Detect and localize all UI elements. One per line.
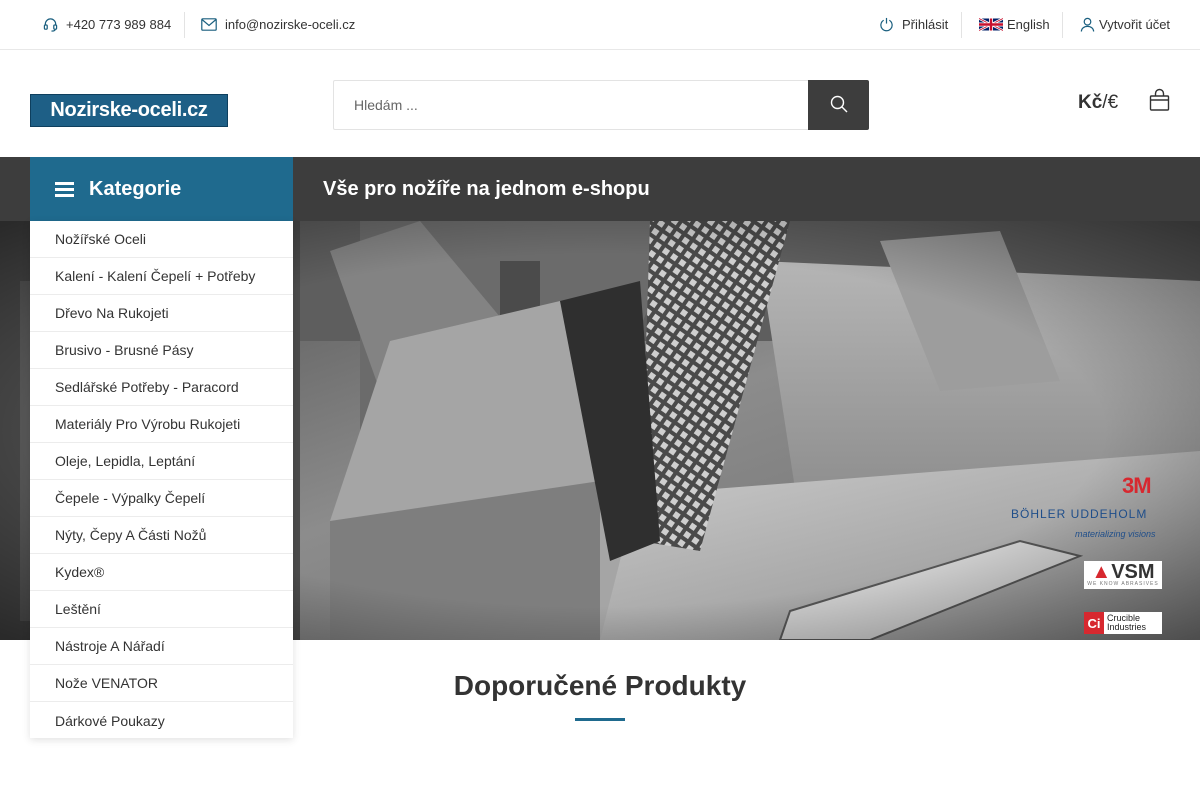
featured-products-title: Doporučené Produkty xyxy=(453,670,747,701)
sidebar-category-item[interactable]: Nýty, Čepy A Části Nožů xyxy=(30,517,293,554)
brand-3m-logo: 3M xyxy=(1122,473,1152,499)
topbar-divider xyxy=(1062,12,1063,38)
email-link[interactable]: info@nozirske-oceli.cz xyxy=(201,0,355,49)
currency-alt[interactable]: € xyxy=(1108,92,1119,113)
sidebar-category-item[interactable]: Nástroje A Nářadí xyxy=(30,628,293,665)
sidebar-category-label: Sedlářské Potřeby - Paracord xyxy=(55,379,239,395)
brand-bohler-tagline: materializing visions xyxy=(1075,529,1156,539)
sidebar-category-label: Oleje, Lepidla, Leptání xyxy=(55,453,196,469)
site-logo[interactable]: Nozirske-oceli.cz xyxy=(30,94,228,127)
logo-text: Nozirske-oceli.cz xyxy=(50,99,208,122)
sidebar-category-label: Nýty, Čepy A Části Nožů xyxy=(55,527,207,543)
nav-tagline: Vše pro nožíře na jednom e-shopu xyxy=(323,177,650,200)
envelope-icon xyxy=(201,18,217,31)
email-address: info@nozirske-oceli.cz xyxy=(225,17,356,32)
login-link[interactable]: Přihlásit xyxy=(879,0,948,49)
search-icon xyxy=(830,95,848,116)
sidebar-category-item[interactable]: Brusivo - Brusné Pásy xyxy=(30,332,293,369)
sidebar-category-item[interactable]: Materiály Pro Výrobu Rukojeti xyxy=(30,406,293,443)
headset-icon xyxy=(43,17,58,32)
user-icon xyxy=(1080,17,1095,32)
title-underline xyxy=(575,718,625,721)
register-label: Vytvořit účet xyxy=(1099,17,1171,32)
sidebar-category-item[interactable]: Dřevo Na Rukojeti xyxy=(30,295,293,332)
brand-bohler-logo: BÖHLER UDDEHOLM materializing visions xyxy=(1011,507,1161,541)
brand-crucible-logo: Ci Crucible Industries xyxy=(1084,612,1162,634)
category-menu: Nožířské Oceli Kalení - Kalení Čepelí + P… xyxy=(30,221,293,738)
sidebar-category-label: Nástroje A Nářadí xyxy=(55,638,165,654)
brand-crucible-line: Industries xyxy=(1107,622,1147,632)
power-icon xyxy=(879,17,894,32)
sidebar-category-label: Kydex® xyxy=(55,564,105,580)
currency-main[interactable]: Kč xyxy=(1078,92,1102,113)
shopping-bag-icon xyxy=(1149,88,1170,116)
sidebar-category-label: Kalení - Kalení Čepelí + Potřeby xyxy=(55,268,256,284)
vsm-triangle-icon: ▲ xyxy=(1091,561,1112,583)
cart-button[interactable] xyxy=(1149,88,1170,117)
hamburger-icon xyxy=(55,181,74,197)
search-form xyxy=(333,80,869,130)
sidebar-category-label: Dřevo Na Rukojeti xyxy=(55,305,169,321)
login-label: Přihlásit xyxy=(902,17,949,32)
uk-flag-icon xyxy=(979,18,1003,31)
language-switch[interactable]: English xyxy=(979,0,1050,49)
topbar-divider xyxy=(184,12,185,38)
brand-vsm-tagline: WE KNOW ABRASIVES xyxy=(1087,581,1159,587)
logo-text-part: Nozirske xyxy=(50,99,132,121)
sidebar-category-label: Nožířské Oceli xyxy=(55,231,147,247)
logo-text-part: oceli.cz xyxy=(137,99,208,121)
brand-vsm-text: ▲VSM xyxy=(1091,561,1155,583)
categories-toggle[interactable]: Kategorie xyxy=(30,157,293,221)
sidebar-category-label: Leštění xyxy=(55,601,101,617)
phone-number: +420 773 989 884 xyxy=(66,17,172,32)
sidebar-category-label: Nože VENATOR xyxy=(55,675,158,691)
phone-link[interactable]: +420 773 989 884 xyxy=(43,0,171,49)
language-label: English xyxy=(1007,17,1050,32)
brand-vsm-label: VSM xyxy=(1111,561,1155,583)
brand-vsm-logo: ▲VSM WE KNOW ABRASIVES xyxy=(1084,561,1162,589)
sidebar-category-label: Brusivo - Brusné Pásy xyxy=(55,342,194,358)
sidebar-category-item[interactable]: Kalení - Kalení Čepelí + Potřeby xyxy=(30,258,293,295)
sidebar-category-item[interactable]: Dárkové Poukazy xyxy=(30,702,293,739)
sidebar-category-item[interactable]: Oleje, Lepidla, Leptání xyxy=(30,443,293,480)
brand-3m-text: 3M xyxy=(1122,473,1152,498)
register-link[interactable]: Vytvořit účet xyxy=(1080,0,1170,49)
sidebar-category-item[interactable]: Sedlářské Potřeby - Paracord xyxy=(30,369,293,406)
topbar-divider xyxy=(961,12,962,38)
sidebar-category-item[interactable]: Nožířské Oceli xyxy=(30,221,293,258)
currency-switch[interactable]: Kč/€ xyxy=(1078,92,1118,114)
search-input[interactable] xyxy=(333,80,808,130)
sidebar-category-item[interactable]: Nože VENATOR xyxy=(30,665,293,702)
sidebar-category-label: Dárkové Poukazy xyxy=(55,712,165,729)
sidebar-category-label: Materiály Pro Výrobu Rukojeti xyxy=(55,416,241,432)
sidebar-category-item[interactable]: Čepele - Výpalky Čepelí xyxy=(30,480,293,517)
crucible-ci-icon: Ci xyxy=(1084,612,1104,634)
sidebar-category-label: Čepele - Výpalky Čepelí xyxy=(55,490,206,506)
sidebar-category-item[interactable]: Kydex® xyxy=(30,554,293,591)
sidebar-category-item[interactable]: Leštění xyxy=(30,591,293,628)
search-button[interactable] xyxy=(808,80,869,130)
top-bar: +420 773 989 884 info@nozirske-oceli.cz … xyxy=(0,0,1200,50)
categories-label: Kategorie xyxy=(89,177,182,200)
brand-bohler-text: BÖHLER UDDEHOLM xyxy=(1011,507,1148,521)
brand-crucible-text: Crucible Industries xyxy=(1107,614,1146,632)
